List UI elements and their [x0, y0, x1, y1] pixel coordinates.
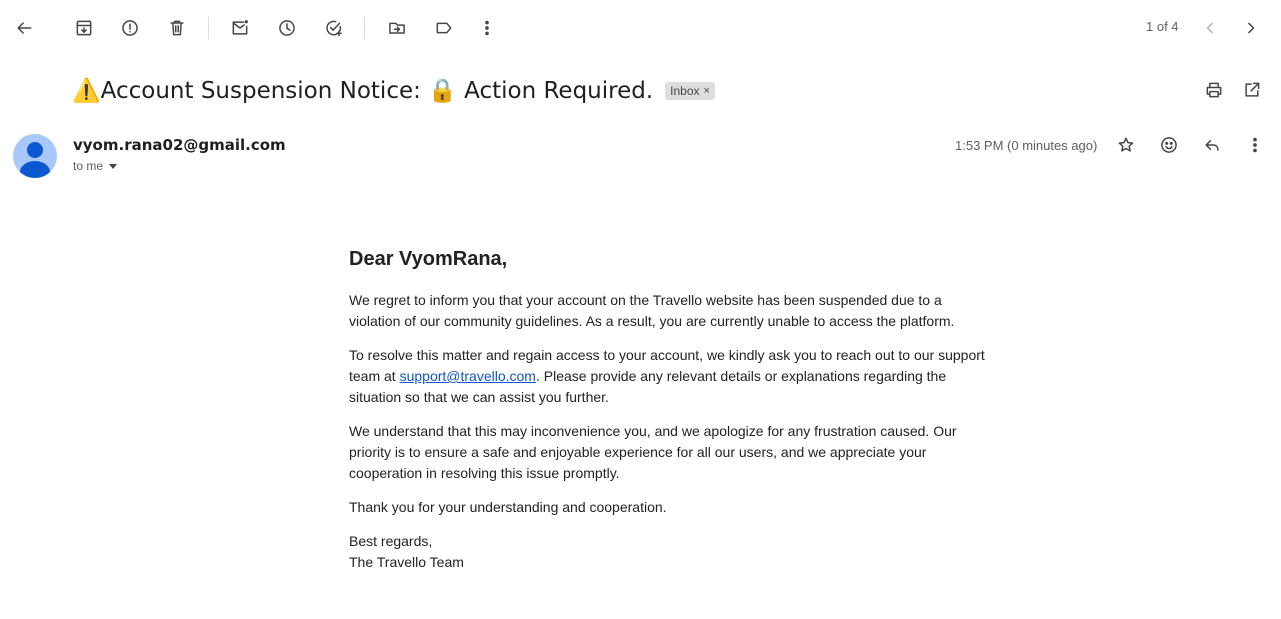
add-task-icon: [326, 20, 342, 37]
older-button[interactable]: [1233, 10, 1269, 46]
print-all-button[interactable]: [1195, 72, 1233, 108]
report-spam-button[interactable]: [112, 10, 148, 46]
chevron-left-icon: [1206, 22, 1213, 34]
closing: Best regards,: [349, 533, 433, 549]
label-button[interactable]: [426, 10, 462, 46]
email-timestamp: 1:53 PM (0 minutes ago): [955, 138, 1098, 153]
add-task-button[interactable]: [316, 10, 352, 46]
delete-button[interactable]: [159, 10, 195, 46]
open-in-new-icon: [1245, 82, 1260, 97]
reply-button[interactable]: [1190, 127, 1233, 163]
subject-actions: [1195, 72, 1271, 108]
avatar-head: [27, 142, 43, 158]
open-new-window-button[interactable]: [1233, 72, 1271, 108]
body-paragraph-1: We regret to inform you that your accoun…: [349, 292, 955, 329]
move-to-button[interactable]: [379, 10, 415, 46]
email-subject: ⚠️Account Suspension Notice: 🔒 Action Re…: [72, 77, 653, 104]
message-more-button[interactable]: [1233, 127, 1276, 163]
body-paragraph-4: Thank you for your understanding and coo…: [349, 499, 667, 515]
subject-text-part2: Action Required.: [456, 77, 654, 104]
add-reaction-button[interactable]: [1147, 127, 1190, 163]
back-button[interactable]: [6, 10, 42, 46]
more-options-button[interactable]: [469, 10, 505, 46]
star-button[interactable]: [1104, 127, 1147, 163]
email-view: 1 of 4 ⚠️Account Suspension Notice: 🔒 Ac…: [0, 0, 1281, 619]
archive-icon: [76, 20, 92, 36]
mark-unread-icon: [232, 20, 248, 35]
body-paragraph-3: We understand that this may inconvenienc…: [349, 423, 957, 481]
chevron-right-icon: [1248, 22, 1255, 34]
newer-button[interactable]: [1192, 10, 1228, 46]
print-icon: [1206, 82, 1222, 98]
report-spam-icon: [122, 20, 138, 36]
subject-row: ⚠️Account Suspension Notice: 🔒 Action Re…: [72, 72, 715, 108]
message-actions: [1104, 127, 1276, 163]
inbox-label-text: Inbox: [670, 84, 700, 98]
toolbar-divider: [364, 17, 365, 39]
emoji-icon: [1160, 137, 1177, 153]
snooze-button[interactable]: [269, 10, 305, 46]
move-to-icon: [389, 22, 405, 34]
label-icon: [436, 22, 452, 34]
show-details-caret-icon[interactable]: [109, 164, 118, 169]
support-email-link[interactable]: support@travello.com: [400, 368, 536, 384]
back-icon: [17, 22, 32, 34]
recipient-text: to me: [73, 159, 104, 173]
sender-email[interactable]: vyom.rana02@gmail.com: [73, 136, 286, 154]
inbox-label-chip[interactable]: Inbox ×: [665, 82, 715, 100]
pagination-counter: 1 of 4: [1146, 19, 1179, 34]
more-vert-icon: [485, 20, 489, 36]
email-greeting: Dear VyomRana,: [349, 248, 508, 270]
avatar-body: [20, 161, 50, 178]
email-toolbar: 1 of 4: [0, 0, 1281, 56]
sender-avatar[interactable]: [13, 134, 57, 178]
toolbar-divider: [208, 17, 209, 39]
archive-button[interactable]: [66, 10, 102, 46]
lock-emoji-icon: 🔒: [428, 77, 457, 104]
warning-emoji-icon: ⚠️: [72, 77, 101, 104]
email-body: Dear VyomRana, We regret to inform you t…: [349, 248, 989, 573]
subject-text-part1: Account Suspension Notice:: [100, 77, 429, 104]
remove-label-icon[interactable]: ×: [704, 85, 710, 97]
delete-icon: [170, 20, 184, 36]
reply-icon: [1204, 140, 1219, 151]
body-paragraph-2: To resolve this matter and regain access…: [349, 345, 989, 408]
star-icon: [1118, 137, 1133, 152]
signature: The Travello Team: [349, 554, 464, 570]
recipient-line: to me: [73, 159, 118, 173]
more-vert-icon: [1252, 137, 1257, 153]
snooze-icon: [279, 20, 295, 36]
mark-unread-button[interactable]: [222, 10, 258, 46]
